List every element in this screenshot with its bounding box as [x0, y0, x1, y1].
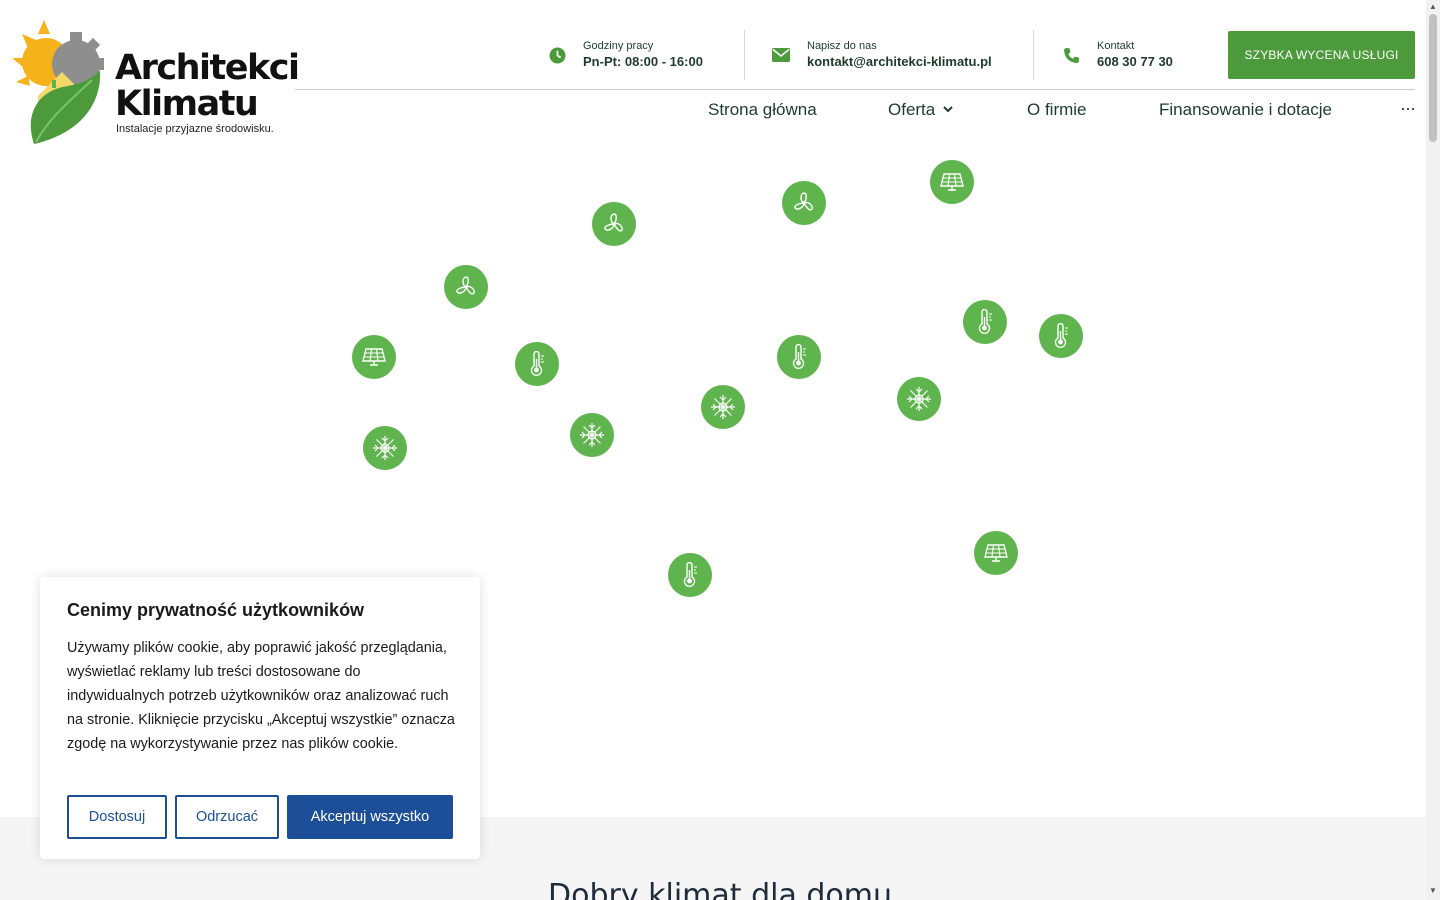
quick-quote-button[interactable]: SZYBKA WYCENA USŁUGI [1228, 31, 1415, 79]
scroll-down-icon[interactable]: ▼ [1429, 886, 1437, 895]
nav-item-label: Oferta [888, 100, 936, 119]
cookie-consent-dialog: Cenimy prywatność użytkowników Używamy p… [40, 577, 480, 859]
nav-item-label: O firmie [1027, 100, 1087, 119]
header-divider [744, 30, 745, 80]
logo-line-2: Klimatu [115, 84, 259, 124]
phone-info: Kontakt 608 30 77 30 [1061, 30, 1173, 80]
fan-icon [782, 181, 826, 225]
section-title: Dobry klimat dla domu [548, 878, 893, 900]
logo-line-1: Architekci [115, 48, 300, 88]
site-logo[interactable]: Architekci Klimatu Instalacje przyjazne … [8, 10, 300, 146]
phone-link[interactable]: 608 30 77 30 [1097, 53, 1173, 71]
logo-wordmark: Architekci Klimatu [115, 48, 300, 124]
nav-item-label: Finansowanie i dotacje [1159, 100, 1332, 119]
nav-item-home[interactable]: Strona główna [708, 100, 817, 124]
chevron-down-icon [943, 102, 953, 116]
nav-item-label: Strona główna [708, 100, 817, 119]
reject-button[interactable]: Odrzucać [175, 795, 279, 839]
fan-icon [444, 265, 488, 309]
phone-icon [1061, 45, 1081, 65]
logo-tagline: Instalacje przyjazne środowisku. [116, 123, 274, 135]
customize-button[interactable]: Dostosuj [67, 795, 167, 839]
thermometer-icon [1039, 314, 1083, 358]
snowflake-icon [570, 413, 614, 457]
fan-icon [592, 202, 636, 246]
email-info: Napisz do nas kontakt@architekci-klimatu… [771, 30, 992, 80]
clock-icon [547, 45, 567, 65]
logo-emblem-icon [12, 20, 104, 144]
snowflake-icon [701, 385, 745, 429]
email-label: Napisz do nas [807, 40, 877, 52]
phone-label: Kontakt [1097, 40, 1135, 52]
solar-panel-icon [974, 531, 1018, 575]
hours-label: Godziny pracy [583, 40, 654, 52]
nav-item-financing[interactable]: Finansowanie i dotacje [1159, 100, 1332, 124]
thermometer-icon [515, 342, 559, 386]
header-divider [1033, 30, 1034, 80]
nav-more-icon[interactable]: ··· [1400, 98, 1416, 119]
snowflake-icon [363, 426, 407, 470]
solar-panel-icon [930, 160, 974, 204]
cookie-title: Cenimy prywatność użytkowników [67, 600, 365, 620]
thermometer-icon [668, 553, 712, 597]
nav-item-offer[interactable]: Oferta [888, 100, 953, 124]
snowflake-icon [897, 377, 941, 421]
header-divider-line [295, 89, 1415, 90]
solar-panel-icon [352, 335, 396, 379]
scroll-up-icon[interactable]: ▲ [1429, 2, 1437, 11]
scrollbar-thumb[interactable] [1429, 14, 1437, 142]
accept-all-button[interactable]: Akceptuj wszystko [287, 795, 453, 839]
working-hours-info: Godziny pracy Pn-Pt: 08:00 - 16:00 [547, 30, 703, 80]
nav-item-about[interactable]: O firmie [1027, 100, 1087, 124]
email-link[interactable]: kontakt@architekci-klimatu.pl [807, 53, 992, 71]
thermometer-icon [777, 335, 821, 379]
thermometer-icon [963, 300, 1007, 344]
envelope-icon [771, 45, 791, 65]
cookie-text: Używamy plików cookie, aby poprawić jako… [67, 640, 455, 752]
hours-value: Pn-Pt: 08:00 - 16:00 [583, 54, 703, 69]
